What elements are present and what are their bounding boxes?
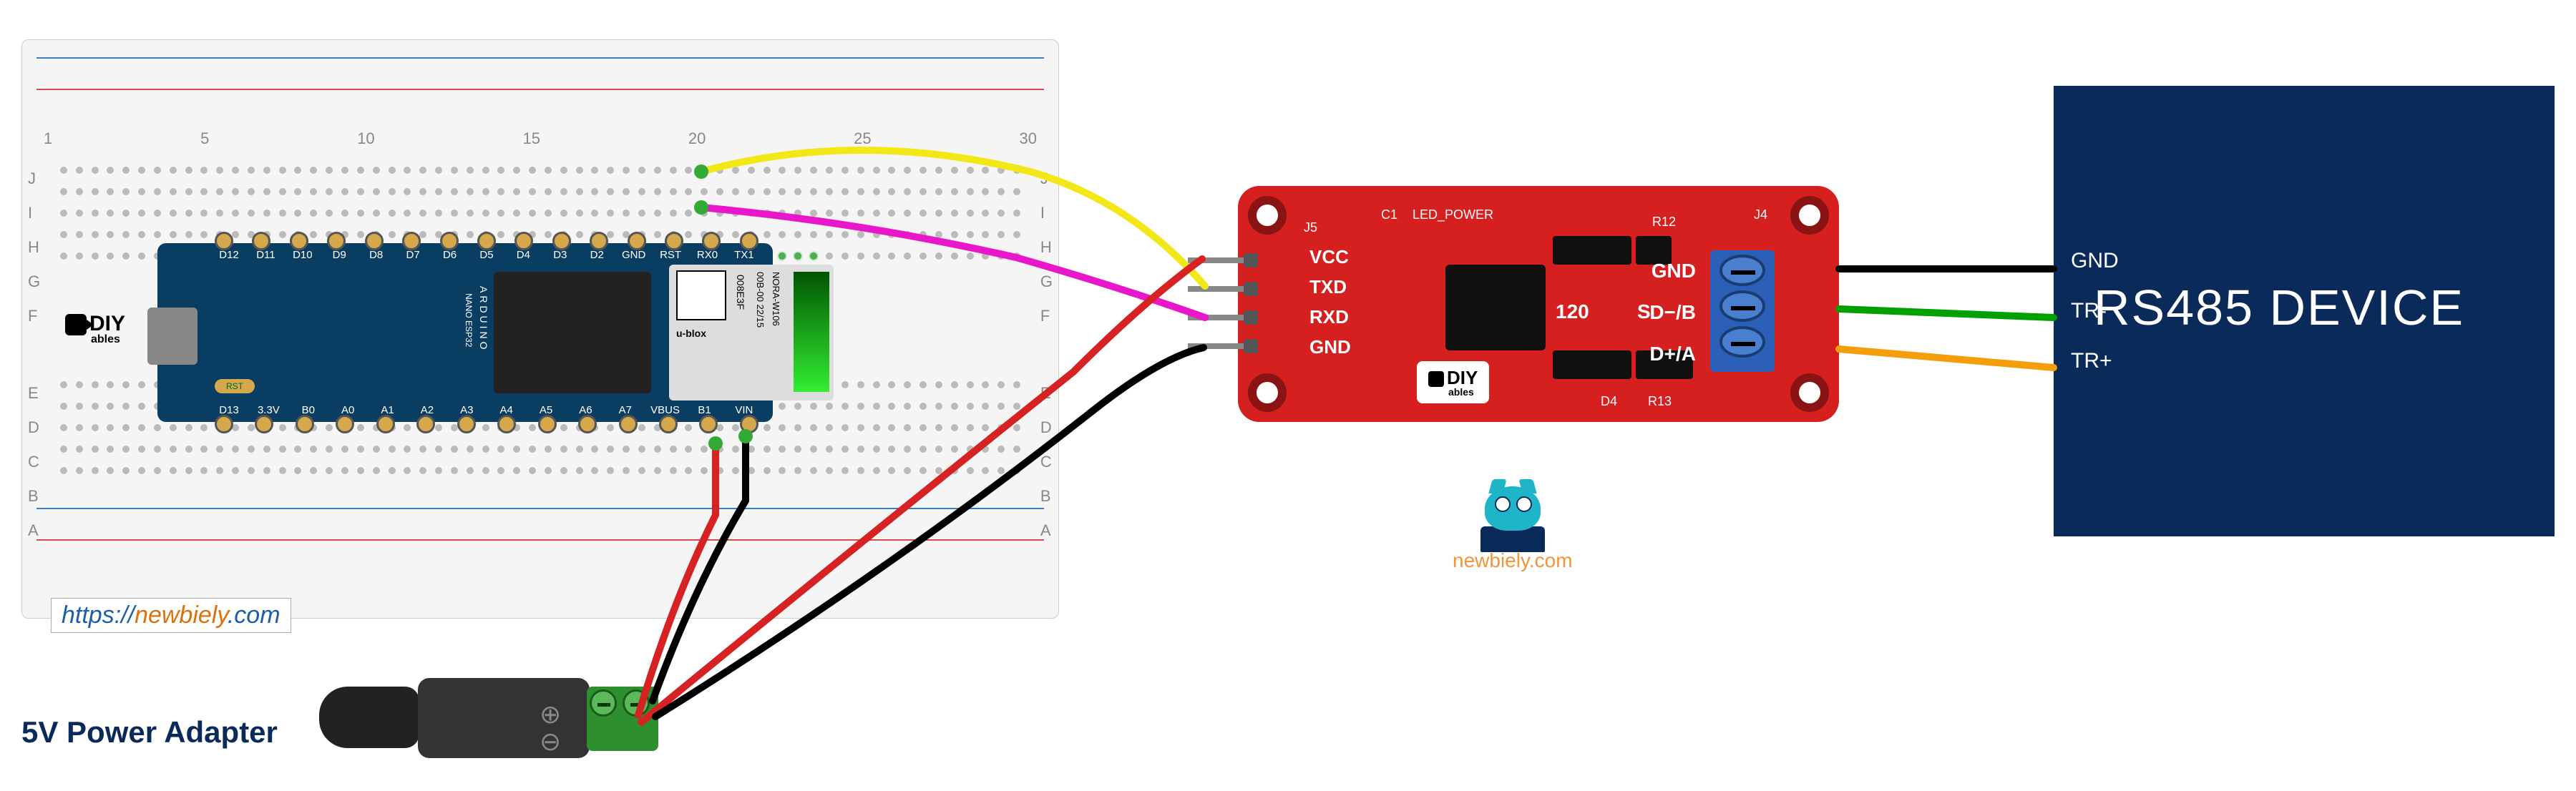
r13-label: R13 bbox=[1648, 394, 1672, 409]
mounting-hole-icon bbox=[1790, 373, 1829, 412]
breadboard-column-numbers: 1 5 10 15 20 25 30 bbox=[44, 129, 1037, 148]
newbiely-text: newbiely.com bbox=[1453, 549, 1573, 572]
diyables-logo: DIY ables bbox=[65, 312, 125, 346]
nano-pads-bottom bbox=[215, 415, 758, 433]
nano-code: 008E3F bbox=[735, 275, 746, 310]
mounting-hole-icon bbox=[1248, 196, 1287, 235]
rs485-left-pin-labels: VCC TXD RXD GND bbox=[1309, 242, 1351, 362]
smd-resistor-icon bbox=[1553, 350, 1631, 379]
wiring-diagram: 1 5 10 15 20 25 30 J I H G F E D C B A J… bbox=[0, 0, 2576, 791]
reset-button[interactable]: RST bbox=[215, 379, 255, 393]
breadboard-power-rail-bottom bbox=[36, 503, 1044, 546]
source-url: https://newbiely.com bbox=[51, 598, 291, 633]
diyables-icon bbox=[65, 314, 87, 335]
nano-serial: 00B-00 22/15 bbox=[755, 272, 766, 328]
rs485-header-pins bbox=[1188, 257, 1252, 349]
r12-label: R12 bbox=[1652, 215, 1676, 230]
screw-icon bbox=[623, 689, 650, 717]
power-adapter-label: 5V Power Adapter bbox=[21, 715, 278, 750]
arduino-nano-esp32: D12D11D10D9D8D7D6D5D4D3D2GNDRSTRX0TX1 D1… bbox=[157, 243, 773, 422]
mounting-hole-icon bbox=[1248, 373, 1287, 412]
smd-resistor-icon bbox=[1553, 236, 1631, 265]
rs485-device: GND TR- TR+ RS485 DEVICE bbox=[2054, 86, 2555, 536]
nano-brand: ARDUINO bbox=[478, 286, 489, 353]
owl-icon bbox=[1477, 486, 1548, 544]
nano-pin-labels-top: D12D11D10D9D8D7D6D5D4D3D2GNDRSTRX0TX1 bbox=[215, 249, 758, 261]
c1-label: C1 bbox=[1381, 207, 1397, 222]
nano-pin-labels-bottom: D133.3VB0A0A1A2A3A4A5A6A7VBUSB1VIN bbox=[215, 404, 758, 416]
nano-pads-top bbox=[215, 232, 758, 250]
d4-label: D4 bbox=[1601, 394, 1617, 409]
nano-model: NANO ESP32 bbox=[464, 293, 474, 347]
nano-main-chip bbox=[494, 272, 651, 393]
j5-label: J5 bbox=[1304, 220, 1317, 235]
wire-orange-tr-plus bbox=[1839, 349, 2054, 368]
mounting-hole-icon bbox=[1790, 196, 1829, 235]
plus-icon: ⊕ bbox=[540, 699, 561, 729]
antenna-icon bbox=[794, 272, 829, 392]
newbiely-logo: newbiely.com bbox=[1453, 486, 1573, 572]
led-power-label: LED_POWER bbox=[1413, 207, 1493, 222]
rs485-ic-chip bbox=[1445, 265, 1546, 350]
diyables-logo: DIY ables bbox=[1417, 361, 1489, 403]
qr-code-icon bbox=[676, 270, 726, 320]
s-jumper-label: S bbox=[1637, 300, 1651, 323]
wire-green-tr-minus bbox=[1839, 309, 2054, 318]
breadboard-row-labels-left: J I H G F E D C B A bbox=[28, 162, 40, 548]
dc-plug-body: ⊕ ⊖ bbox=[418, 678, 590, 758]
power-adapter: ⊕ ⊖ bbox=[319, 672, 620, 765]
breadboard-row-labels-right: J I H G F E D C B A bbox=[1040, 162, 1053, 548]
nano-wifi-shield: u-blox 008E3F 00B-00 22/15 NORA-W106 bbox=[669, 265, 834, 401]
rs485-screw-terminal bbox=[1710, 250, 1775, 372]
nano-module: NORA-W106 bbox=[771, 272, 781, 326]
j4-label: J4 bbox=[1754, 207, 1767, 222]
screw-icon bbox=[590, 689, 617, 717]
power-screw-terminal bbox=[587, 687, 658, 751]
rs485-right-pin-labels: GND D−/B D+/A bbox=[1649, 250, 1696, 375]
rs485-ttl-module: J5 C1 LED_POWER R12 J4 R13 D4 VCC TXD RX… bbox=[1238, 186, 1839, 422]
usb-c-port bbox=[147, 308, 197, 365]
screw-icon bbox=[1719, 290, 1765, 322]
screw-icon bbox=[1719, 326, 1765, 358]
screw-icon bbox=[1719, 255, 1765, 286]
device-title: RS485 DEVICE bbox=[2094, 279, 2464, 336]
minus-icon: ⊖ bbox=[540, 727, 561, 757]
termination-120-label: 120 bbox=[1556, 300, 1589, 323]
nano-ublox-label: u-blox bbox=[676, 328, 706, 339]
barrel-jack-icon bbox=[319, 687, 419, 748]
breadboard-power-rail-top bbox=[36, 53, 1044, 96]
